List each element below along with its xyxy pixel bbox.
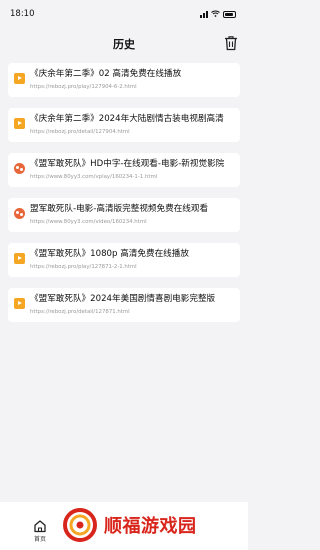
- play-icon: [14, 118, 25, 129]
- history-title: 《庆余年第二季》2024年大陆剧情古装电视剧高清: [30, 114, 224, 124]
- home-icon: [33, 518, 47, 533]
- history-item[interactable]: 《庆余年第二季》02 高清免费在线播放 https://rebozj.pro/p…: [8, 63, 240, 97]
- history-title: 《盟军敢死队》2024年美国剧情喜剧电影完整版: [30, 294, 216, 304]
- site-favicon-icon: [14, 163, 25, 174]
- history-item[interactable]: 《盟军敢死队》1080p 高清免费在线播放 https://rebozj.pro…: [8, 243, 240, 277]
- status-time: 18:10: [10, 9, 35, 19]
- watermark: 顺福游戏园: [62, 503, 242, 547]
- signal-icon: [200, 10, 208, 18]
- page-title: 历史: [113, 38, 135, 51]
- history-item[interactable]: 《庆余年第二季》2024年大陆剧情古装电视剧高清 https://rebozj.…: [8, 108, 240, 142]
- play-icon: [14, 73, 25, 84]
- history-title: 《庆余年第二季》02 高清免费在线播放: [30, 69, 182, 79]
- history-item[interactable]: 《盟军敢死队》HD中字-在线观看-电影-新视觉影院 https://www.80…: [8, 153, 240, 187]
- status-bar: 18:10: [0, 0, 248, 28]
- history-list: 《庆余年第二季》02 高清免费在线播放 https://rebozj.pro/p…: [8, 63, 240, 333]
- trash-icon[interactable]: [224, 35, 238, 51]
- status-icons: [200, 10, 236, 19]
- play-icon: [14, 298, 25, 309]
- home-tab[interactable]: 首页: [22, 518, 58, 548]
- history-url: https://rebozj.pro/play/127904-6-2.html: [30, 84, 137, 90]
- watermark-text: 顺福游戏园: [104, 516, 197, 537]
- site-favicon-icon: [14, 208, 25, 219]
- page-header: 历史: [0, 30, 248, 58]
- battery-icon: [223, 10, 236, 18]
- history-item[interactable]: 《盟军敢死队》2024年美国剧情喜剧电影完整版 https://rebozj.p…: [8, 288, 240, 322]
- history-item[interactable]: 盟军敢死队-电影-高清版完整视频免费在线观看 https://www.80yy3…: [8, 198, 240, 232]
- play-icon: [14, 253, 25, 264]
- history-url: https://www.80yy3.com/vplay/160234-1-1.h…: [30, 174, 158, 180]
- history-url: https://www.80yy3.com/video/160234.html: [30, 219, 147, 225]
- watermark-logo-icon: [62, 507, 98, 543]
- history-title: 《盟军敢死队》HD中字-在线观看-电影-新视觉影院: [30, 159, 225, 169]
- wifi-icon: [211, 10, 220, 19]
- history-url: https://rebozj.pro/detail/127904.html: [30, 129, 130, 135]
- home-label: 首页: [33, 536, 46, 543]
- history-url: https://rebozj.pro/detail/127871.html: [30, 309, 130, 315]
- history-title: 《盟军敢死队》1080p 高清免费在线播放: [30, 249, 189, 259]
- history-url: https://rebozj.pro/play/127871-2-1.html: [30, 264, 137, 270]
- history-title: 盟军敢死队-电影-高清版完整视频免费在线观看: [30, 204, 209, 214]
